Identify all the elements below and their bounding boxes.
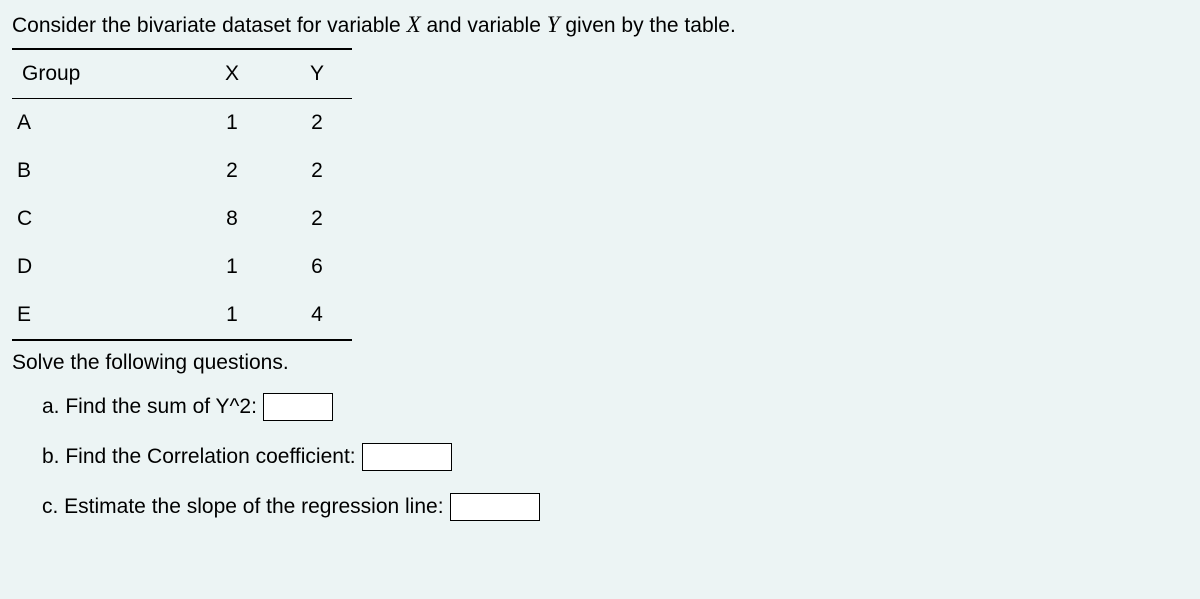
instruction-text: Solve the following questions. xyxy=(12,351,1188,375)
question-b: b. Find the Correlation coefficient: xyxy=(42,443,1188,471)
variable-y: Y xyxy=(547,12,560,37)
question-a-label: a. Find the sum of Y^2: xyxy=(42,395,257,419)
table-row: A 1 2 xyxy=(12,99,352,148)
cell-x: 1 xyxy=(182,243,282,291)
variable-x: X xyxy=(407,12,421,37)
cell-x: 2 xyxy=(182,147,282,195)
question-c-label: c. Estimate the slope of the regression … xyxy=(42,495,444,519)
cell-y: 6 xyxy=(282,243,352,291)
cell-group: E xyxy=(12,291,182,340)
question-b-label: b. Find the Correlation coefficient: xyxy=(42,445,356,469)
header-y: Y xyxy=(282,49,352,99)
answer-input-b[interactable] xyxy=(362,443,452,471)
question-a: a. Find the sum of Y^2: xyxy=(42,393,1188,421)
header-group: Group xyxy=(12,49,182,99)
table-row: B 2 2 xyxy=(12,147,352,195)
cell-y: 2 xyxy=(282,99,352,148)
cell-group: B xyxy=(12,147,182,195)
question-c: c. Estimate the slope of the regression … xyxy=(42,493,1188,521)
header-x: X xyxy=(182,49,282,99)
cell-y: 2 xyxy=(282,147,352,195)
answer-input-c[interactable] xyxy=(450,493,540,521)
cell-y: 2 xyxy=(282,195,352,243)
cell-x: 1 xyxy=(182,291,282,340)
table-row: E 1 4 xyxy=(12,291,352,340)
cell-x: 8 xyxy=(182,195,282,243)
cell-y: 4 xyxy=(282,291,352,340)
intro-text: Consider the bivariate dataset for varia… xyxy=(12,12,1188,38)
data-table: Group X Y A 1 2 B 2 2 C 8 2 D 1 6 E 1 4 xyxy=(12,48,352,341)
cell-x: 1 xyxy=(182,99,282,148)
cell-group: C xyxy=(12,195,182,243)
table-header-row: Group X Y xyxy=(12,49,352,99)
cell-group: D xyxy=(12,243,182,291)
table-row: C 8 2 xyxy=(12,195,352,243)
intro-prefix: Consider the bivariate dataset for varia… xyxy=(12,14,407,37)
answer-input-a[interactable] xyxy=(263,393,333,421)
cell-group: A xyxy=(12,99,182,148)
intro-suffix: given by the table. xyxy=(560,14,736,37)
intro-middle: and variable xyxy=(421,14,547,37)
table-row: D 1 6 xyxy=(12,243,352,291)
